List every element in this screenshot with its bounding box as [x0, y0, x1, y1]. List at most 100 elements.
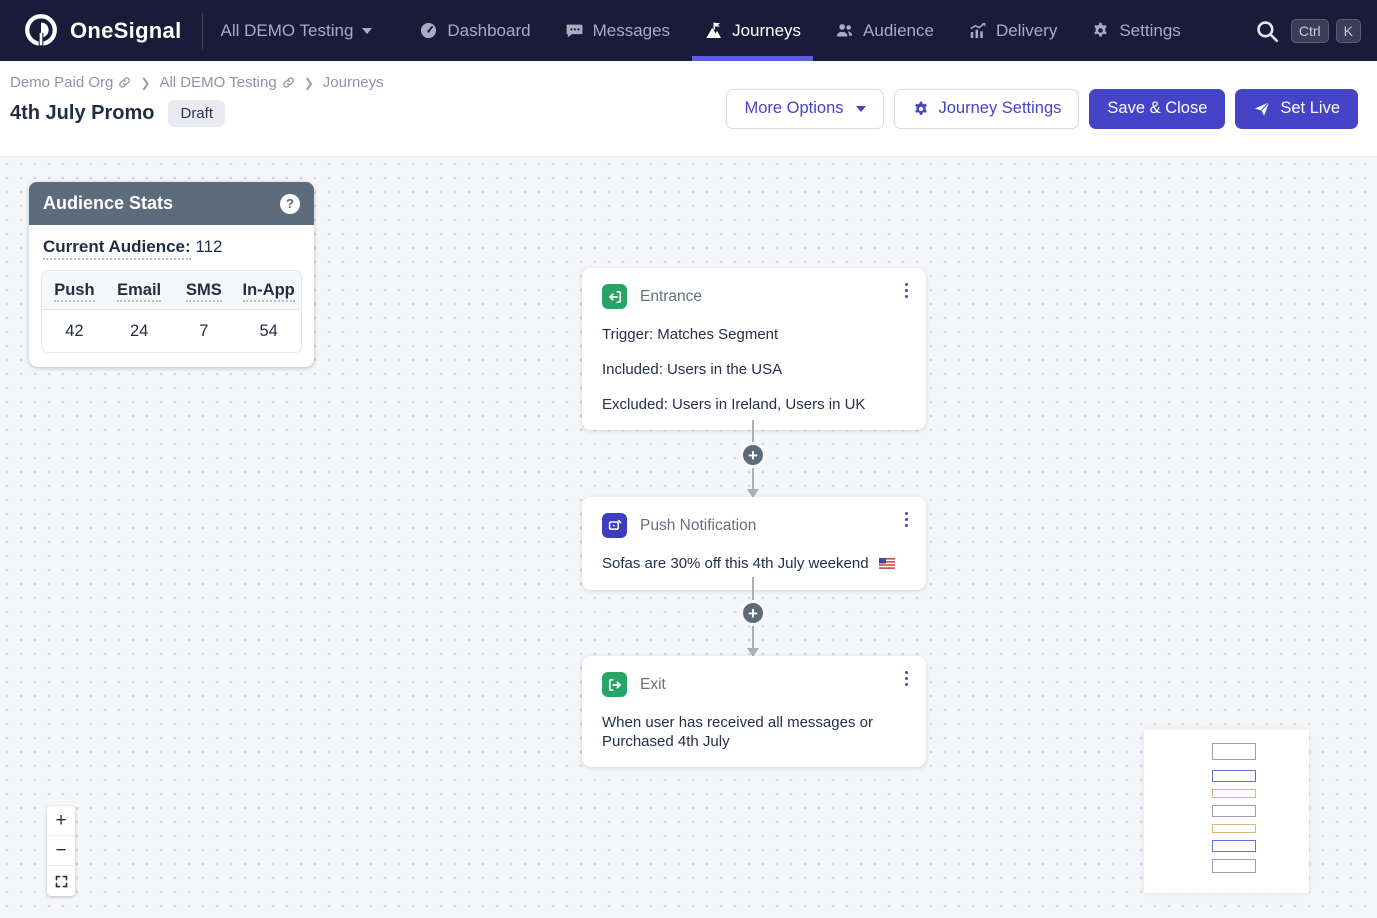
top-navbar: OneSignal All DEMO Testing Dashboard Mes…	[0, 0, 1377, 61]
breadcrumb-separator: ❯	[140, 76, 150, 90]
page-header: Demo Paid Org ❯ All DEMO Testing ❯ Journ…	[0, 61, 1377, 157]
minimap-node-rect	[1212, 770, 1256, 782]
kbd-ctrl: Ctrl	[1291, 19, 1329, 43]
value-push: 42	[42, 310, 107, 352]
node-detail-line: Trigger: Matches Segment	[602, 325, 906, 344]
breadcrumb-label: Demo Paid Org	[10, 74, 113, 91]
chevron-down-icon	[362, 28, 372, 34]
button-label: Save & Close	[1107, 99, 1207, 118]
channel-stats-header-row: Push Email SMS In-App	[42, 271, 301, 310]
breadcrumb-journeys-link[interactable]: Journeys	[323, 74, 384, 91]
nav-label: Dashboard	[447, 21, 530, 41]
breadcrumb-org-link[interactable]: Demo Paid Org	[10, 74, 131, 91]
breadcrumb-app-link[interactable]: All DEMO Testing	[159, 74, 294, 91]
chevron-down-icon	[856, 106, 866, 112]
nav-item-audience[interactable]: Audience	[818, 0, 951, 61]
breadcrumb: Demo Paid Org ❯ All DEMO Testing ❯ Journ…	[10, 74, 384, 91]
minimap-node-rect	[1212, 840, 1256, 852]
channel-stats-table: Push Email SMS In-App 42 24 7 54	[41, 270, 302, 353]
kebab-menu-icon[interactable]	[900, 667, 913, 690]
nav-item-journeys[interactable]: Journeys	[687, 0, 818, 61]
exit-icon	[602, 672, 627, 697]
breadcrumb-label: Journeys	[323, 74, 384, 91]
page-header-actions: More Options Journey Settings Save & Clo…	[726, 61, 1358, 156]
journeys-mountain-flag-icon	[704, 21, 723, 40]
brand-block: OneSignal	[0, 0, 182, 61]
value-inapp: 54	[236, 310, 301, 352]
link-icon	[118, 76, 131, 89]
exit-node[interactable]: Exit When user has received all messages…	[582, 656, 926, 767]
dashboard-gauge-icon	[419, 21, 438, 40]
kebab-menu-icon[interactable]	[900, 508, 913, 531]
entrance-icon	[602, 284, 627, 309]
journey-canvas[interactable]: Audience Stats ? Current Audience: 112 P…	[0, 157, 1377, 918]
search-icon	[1254, 18, 1280, 44]
audience-stats-card: Audience Stats ? Current Audience: 112 P…	[29, 182, 314, 367]
column-header-push[interactable]: Push	[42, 271, 107, 309]
link-icon	[282, 76, 295, 89]
nav-item-delivery[interactable]: Delivery	[951, 0, 1074, 61]
fit-view-button[interactable]	[47, 866, 75, 896]
audience-stats-title: Audience Stats	[43, 193, 173, 214]
brand-name: OneSignal	[70, 18, 182, 44]
node-header: Push Notification	[602, 513, 906, 538]
node-header: Exit	[602, 672, 906, 697]
nav-label: Settings	[1119, 21, 1180, 41]
navbar-divider	[202, 13, 203, 49]
app-selector-dropdown[interactable]: All DEMO Testing	[207, 0, 387, 61]
onesignal-logo-icon	[22, 12, 60, 50]
column-header-inapp[interactable]: In-App	[236, 271, 301, 309]
journey-settings-button[interactable]: Journey Settings	[894, 89, 1080, 129]
nav-label: Journeys	[732, 21, 801, 41]
nav-item-dashboard[interactable]: Dashboard	[402, 0, 547, 61]
node-title: Exit	[640, 676, 666, 694]
column-header-sms[interactable]: SMS	[172, 271, 237, 309]
minimap-node-rect	[1212, 805, 1256, 817]
current-audience: Current Audience: 112	[41, 237, 302, 257]
help-icon[interactable]: ?	[280, 194, 300, 214]
minimap-node-rect	[1212, 859, 1256, 873]
add-step-button[interactable]: +	[740, 442, 766, 468]
nav-item-settings[interactable]: Settings	[1074, 0, 1197, 61]
connector-line: +	[752, 420, 754, 497]
set-live-button[interactable]: Set Live	[1235, 89, 1358, 129]
node-header: Entrance	[602, 284, 906, 309]
add-step-button[interactable]: +	[740, 600, 766, 626]
push-notification-icon	[602, 513, 627, 538]
node-detail-line: When user has received all messages or P…	[602, 713, 906, 751]
current-audience-value: 112	[195, 237, 222, 256]
messages-chat-icon	[565, 21, 584, 40]
nav-item-messages[interactable]: Messages	[548, 0, 687, 61]
save-close-button[interactable]: Save & Close	[1089, 89, 1225, 129]
navbar-right: Ctrl K	[1250, 0, 1377, 61]
current-audience-label[interactable]: Current Audience:	[43, 237, 191, 260]
zoom-out-button[interactable]: −	[47, 836, 75, 866]
column-header-email[interactable]: Email	[107, 271, 172, 309]
zoom-in-button[interactable]: +	[47, 806, 75, 836]
entrance-node[interactable]: Entrance Trigger: Matches Segment Includ…	[582, 268, 926, 430]
channel-stats-values-row: 42 24 7 54	[42, 310, 301, 352]
minimap[interactable]	[1144, 730, 1309, 893]
audience-people-icon	[835, 21, 854, 40]
kebab-menu-icon[interactable]	[900, 279, 913, 302]
nav-label: Messages	[593, 21, 670, 41]
connector-line: +	[752, 577, 754, 656]
minimap-node-rect	[1212, 743, 1256, 760]
breadcrumb-label: All DEMO Testing	[159, 74, 276, 91]
value-sms: 7	[172, 310, 237, 352]
node-title: Push Notification	[640, 517, 756, 535]
delivery-chart-icon	[968, 21, 987, 40]
minimap-node-rect	[1212, 824, 1256, 833]
app-selector-label: All DEMO Testing	[221, 21, 354, 41]
gear-icon	[1091, 21, 1110, 40]
status-badge: Draft	[168, 100, 225, 127]
push-notification-node[interactable]: Push Notification Sofas are 30% off this…	[582, 497, 926, 590]
node-detail-line: Included: Users in the USA	[602, 360, 906, 379]
node-title: Entrance	[640, 288, 702, 306]
us-flag-icon	[879, 555, 895, 574]
audience-stats-header: Audience Stats ?	[29, 182, 314, 225]
search-button[interactable]	[1250, 14, 1284, 48]
button-label: Journey Settings	[939, 99, 1062, 118]
more-options-button[interactable]: More Options	[726, 89, 883, 129]
breadcrumb-separator: ❯	[304, 76, 314, 90]
